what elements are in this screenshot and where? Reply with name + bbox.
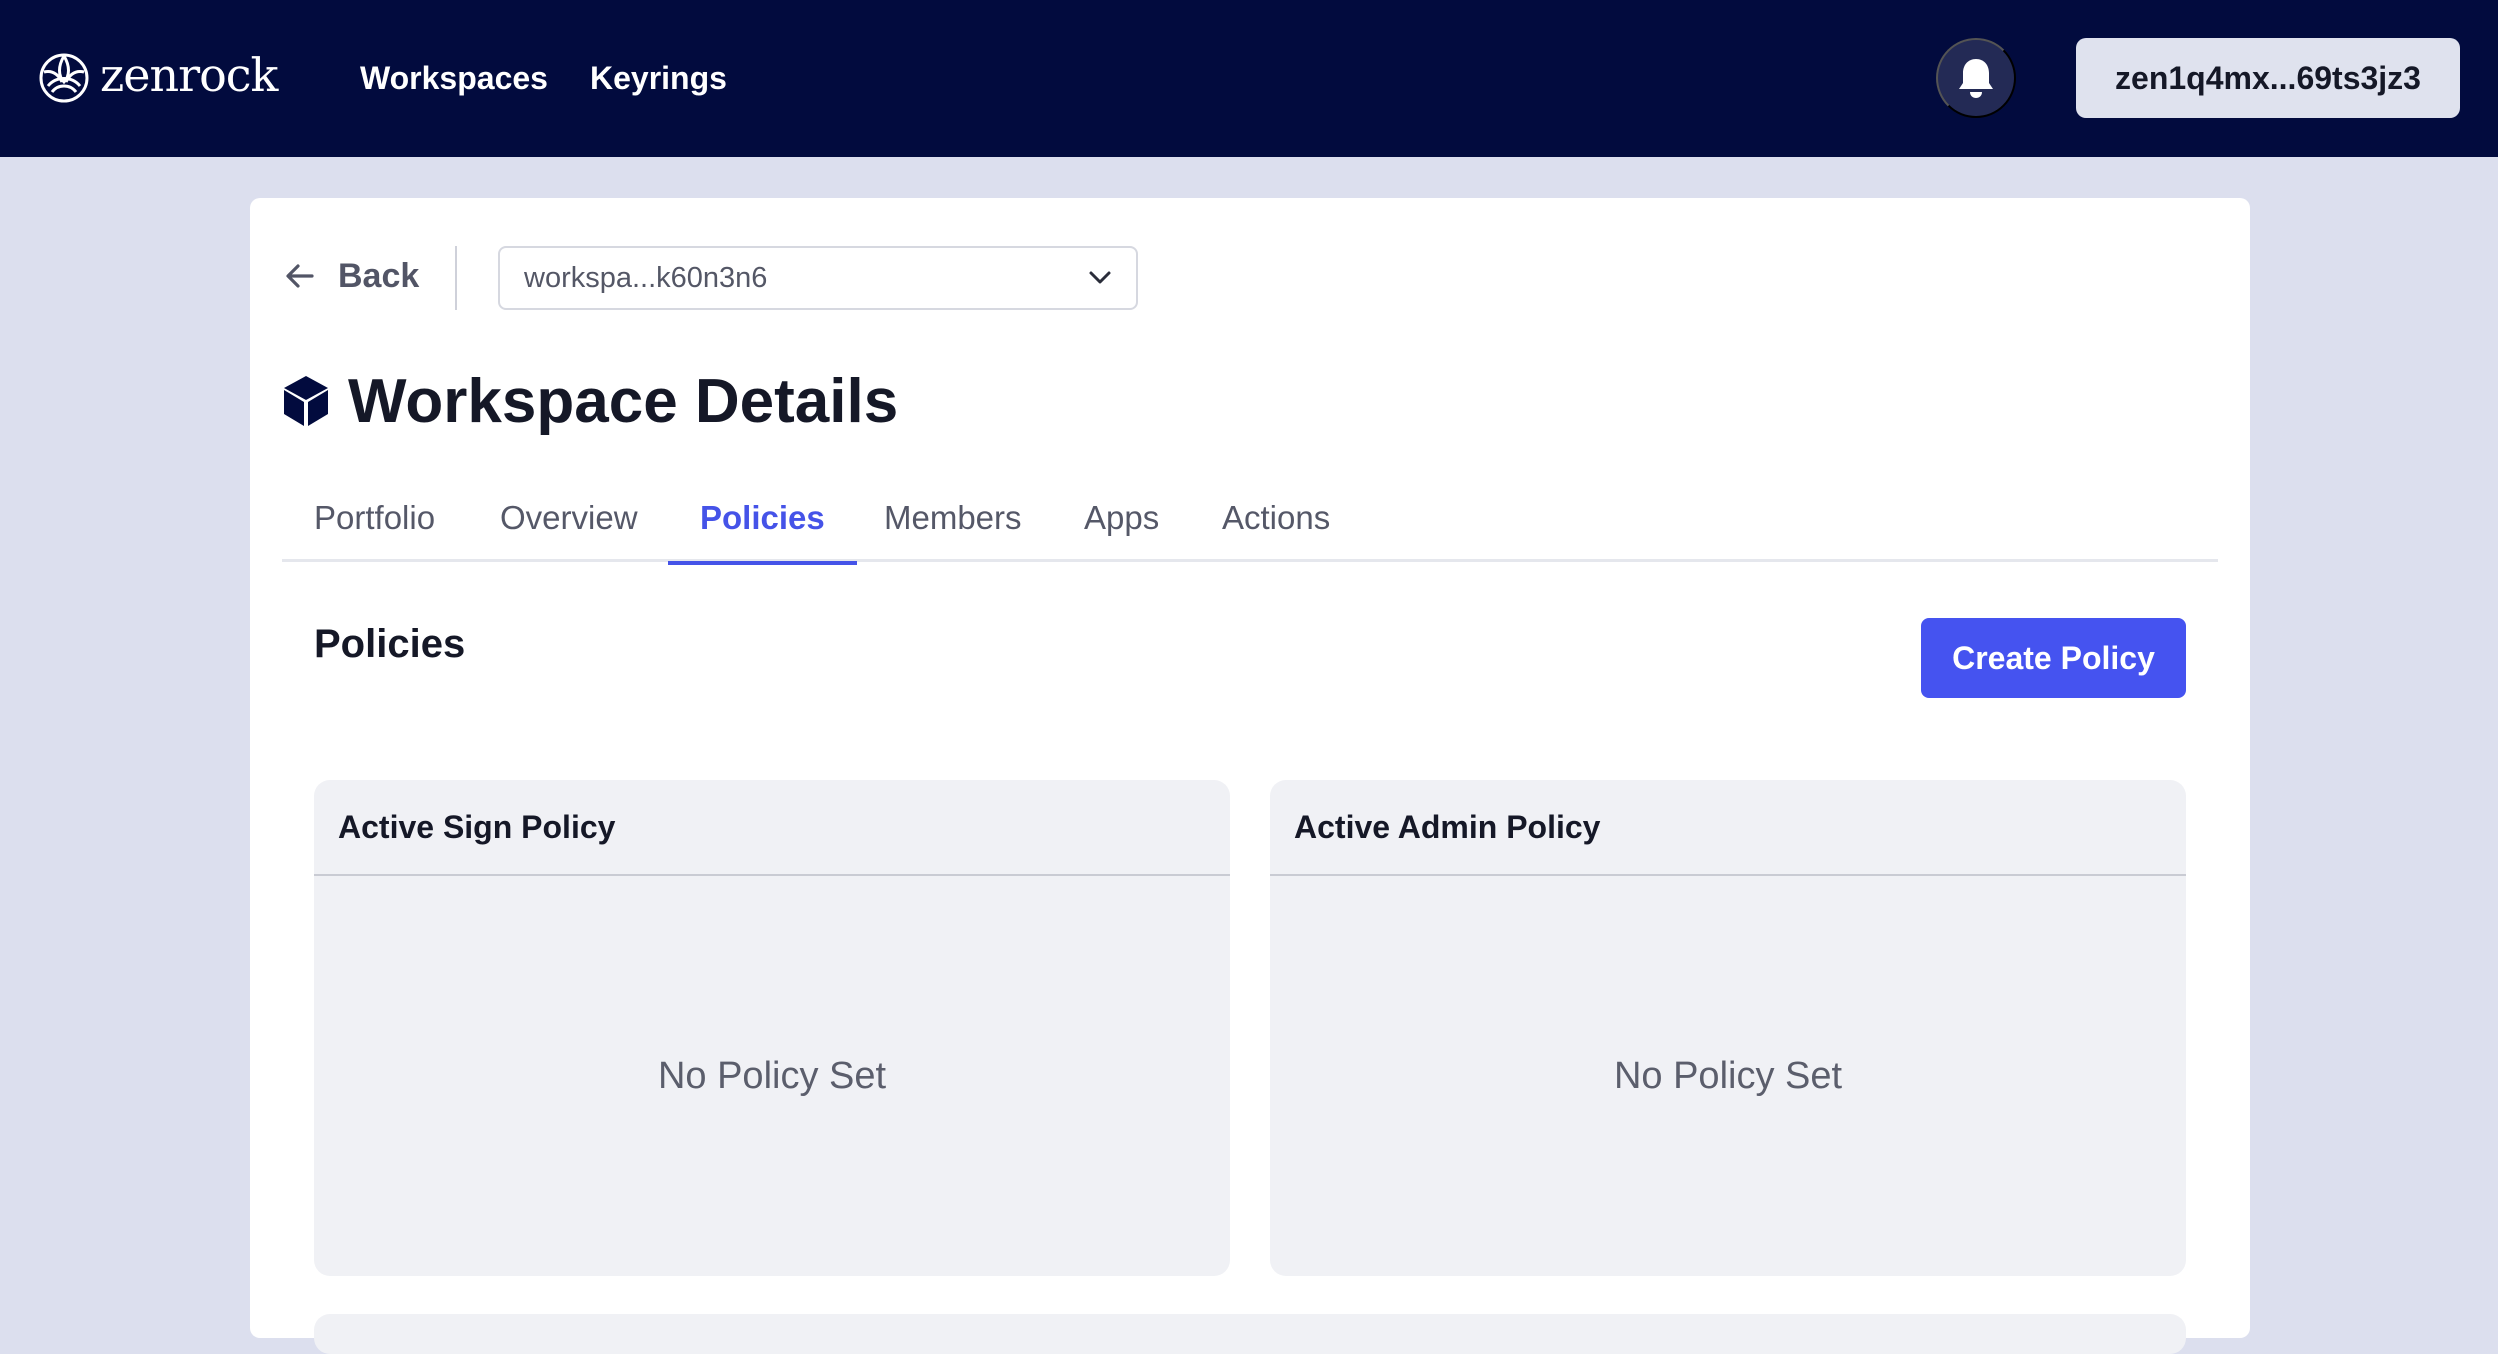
next-panel-edge (314, 1314, 2186, 1354)
arrow-left-icon (286, 264, 314, 288)
page-title-text: Workspace Details (348, 366, 899, 436)
sign-policy-empty-text: No Policy Set (657, 1054, 887, 1097)
workspace-select-value: workspa...k60n3n6 (524, 261, 768, 294)
zenrock-logo[interactable]: zenrock (38, 48, 278, 108)
top-navbar: zenrock Workspaces Keyrings zen1q4mx...6… (0, 0, 2498, 157)
page-title: Workspace Details (282, 366, 898, 436)
tab-actions[interactable]: Actions (1222, 488, 1330, 562)
active-admin-policy-panel: Active Admin Policy No Policy Set (1270, 780, 2186, 1276)
tab-members[interactable]: Members (884, 488, 1022, 562)
tab-portfolio[interactable]: Portfolio (314, 488, 435, 562)
chevron-down-icon (1089, 271, 1111, 284)
toolbar-divider (455, 246, 457, 310)
admin-policy-title: Active Admin Policy (1270, 780, 2186, 876)
policies-section-title: Policies (314, 622, 466, 666)
admin-policy-empty-text: No Policy Set (1613, 1054, 1843, 1097)
cube-icon (284, 376, 328, 426)
nav-workspaces-link[interactable]: Workspaces (360, 56, 548, 100)
create-policy-button[interactable]: Create Policy (1921, 618, 2186, 698)
sign-policy-title: Active Sign Policy (314, 780, 1230, 876)
back-button[interactable]: Back (284, 250, 419, 302)
zenrock-logo-icon (39, 53, 89, 103)
wallet-address-button[interactable]: zen1q4mx...69ts3jz3 (2076, 38, 2460, 118)
tab-policies[interactable]: Policies (668, 488, 857, 565)
workspace-tabs: Portfolio Overview Policies Members Apps… (282, 488, 2218, 565)
bell-icon (1959, 59, 1993, 98)
notifications-button[interactable] (1936, 38, 2016, 118)
tab-apps[interactable]: Apps (1084, 488, 1159, 562)
nav-keyrings-link[interactable]: Keyrings (590, 56, 727, 100)
workspace-card: Back workspa...k60n3n6 Workspace Details… (250, 198, 2250, 1354)
active-sign-policy-panel: Active Sign Policy No Policy Set (314, 780, 1230, 1276)
workspace-select[interactable]: workspa...k60n3n6 (498, 246, 1138, 310)
back-label: Back (338, 256, 420, 295)
tab-overview[interactable]: Overview (500, 488, 638, 562)
brand-name: zenrock (100, 48, 278, 102)
